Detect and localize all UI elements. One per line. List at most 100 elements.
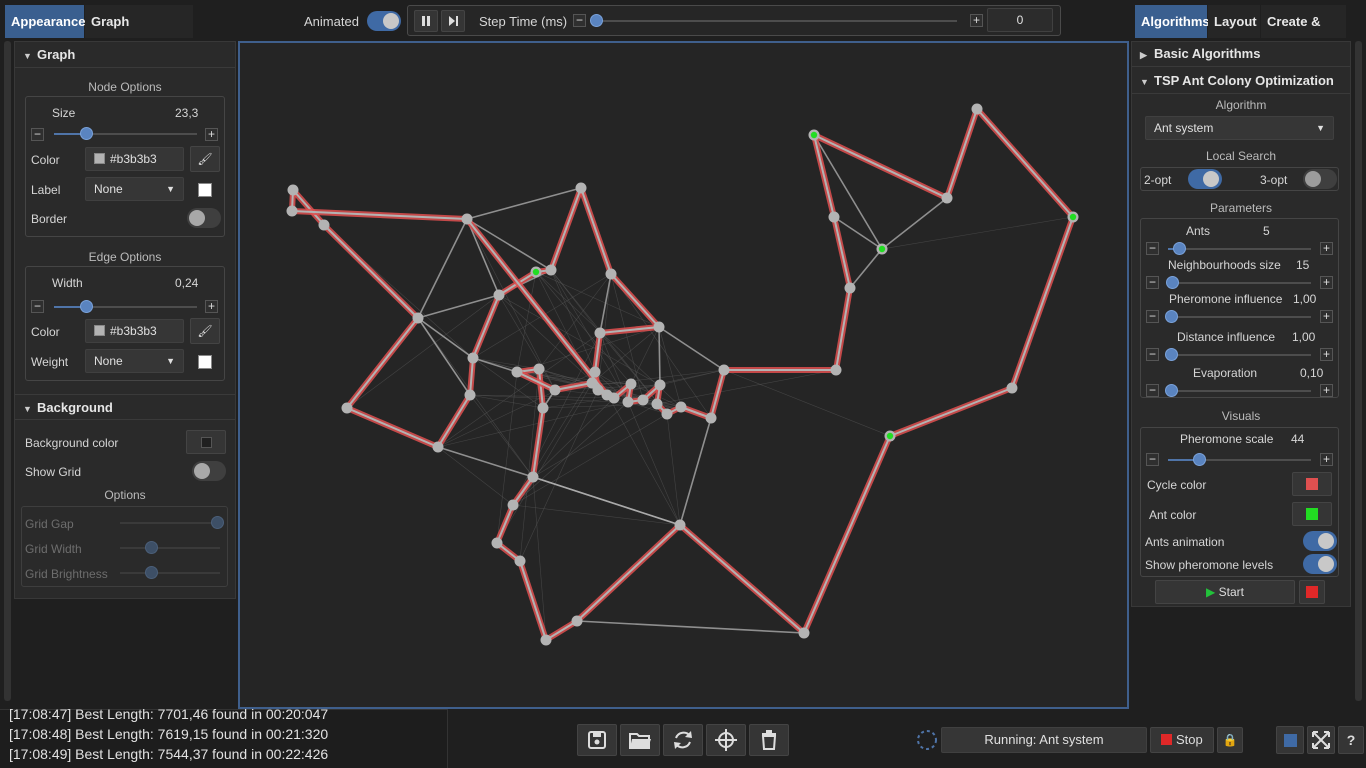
pheromone-scale-knob[interactable] (1193, 453, 1206, 466)
fullscreen-button[interactable] (1307, 726, 1335, 754)
width-minus[interactable]: − (31, 300, 44, 313)
tab-algorithms[interactable]: Algorithms (1135, 5, 1210, 38)
size-plus[interactable]: + (205, 128, 218, 141)
tour-edge-core (946, 108, 978, 199)
param-minus[interactable]: − (1146, 276, 1159, 289)
edge-color-picker-button[interactable]: 🖌 (190, 318, 220, 344)
lock-button[interactable]: 🔒 (1217, 727, 1243, 753)
start-button[interactable]: ▶ Start (1155, 580, 1295, 604)
weight-checkbox[interactable] (198, 355, 212, 369)
step-forward-button[interactable] (441, 10, 465, 32)
grid-width-slider[interactable] (120, 547, 220, 549)
param-plus[interactable]: + (1320, 348, 1333, 361)
ant-color-button[interactable] (1292, 502, 1332, 526)
graph-canvas[interactable] (238, 41, 1129, 709)
param-slider[interactable] (1168, 316, 1311, 318)
grid-gap-knob[interactable] (211, 516, 224, 529)
param-minus[interactable]: − (1146, 310, 1159, 323)
width-plus[interactable]: + (205, 300, 218, 313)
pheromone-scale-minus[interactable]: − (1146, 453, 1159, 466)
graph-node (798, 627, 810, 639)
grid-gap-slider[interactable] (120, 522, 220, 524)
show-pheromone-toggle[interactable] (1303, 554, 1337, 574)
help-button[interactable]: ? (1338, 726, 1364, 754)
node-label-checkbox[interactable] (198, 183, 212, 197)
stop-icon (1306, 586, 1318, 598)
width-knob[interactable] (80, 300, 93, 313)
param-minus[interactable]: − (1146, 384, 1159, 397)
param-slider[interactable] (1168, 248, 1311, 250)
two-opt-toggle[interactable] (1188, 169, 1222, 189)
basic-algorithms-header[interactable]: ▶ Basic Algorithms (1132, 41, 1350, 67)
tour-edge-core (835, 287, 851, 371)
param-plus[interactable]: + (1320, 276, 1333, 289)
graph-node (341, 402, 353, 414)
param-plus[interactable]: + (1320, 242, 1333, 255)
graph-edge (417, 218, 468, 319)
animated-toggle[interactable] (367, 11, 401, 31)
node-border-toggle[interactable] (187, 208, 221, 228)
center-view-button[interactable] (706, 724, 746, 756)
ants-animation-toggle[interactable] (1303, 531, 1337, 551)
show-grid-toggle[interactable] (192, 461, 226, 481)
weight-select[interactable]: None ▼ (85, 349, 184, 373)
panel-toggle-button[interactable] (1276, 726, 1304, 754)
param-minus[interactable]: − (1146, 348, 1159, 361)
pause-button[interactable] (414, 10, 438, 32)
background-section-header[interactable]: ▼ Background (15, 394, 235, 420)
step-time-input[interactable]: 0 (987, 8, 1053, 32)
param-knob[interactable] (1164, 348, 1178, 361)
step-time-slider[interactable] (592, 20, 957, 22)
node-color-field[interactable]: #b3b3b3 (85, 147, 184, 171)
graph-node (432, 441, 444, 453)
grid-brightness-knob[interactable] (145, 566, 158, 579)
step-time-knob[interactable] (590, 14, 603, 27)
step-time-plus[interactable]: + (970, 14, 983, 27)
node-label-select[interactable]: None ▼ (85, 177, 184, 201)
param-knob[interactable] (1164, 384, 1178, 397)
ant-marker (1069, 213, 1077, 221)
save-button[interactable] (577, 724, 617, 756)
pheromone-scale-plus[interactable]: + (1320, 453, 1333, 466)
graph-node (287, 184, 299, 196)
graph-section-header[interactable]: ▼ Graph (15, 42, 235, 68)
param-slider[interactable] (1168, 354, 1311, 356)
size-minus[interactable]: − (31, 128, 44, 141)
right-scrollbar[interactable] (1355, 41, 1362, 701)
param-knob[interactable] (1164, 310, 1178, 323)
tab-appearance[interactable]: Appearance (5, 5, 85, 38)
graph-node (493, 289, 505, 301)
tab-layout[interactable]: Layout (1208, 5, 1260, 38)
tab-graph-properties[interactable]: Graph Properties (85, 5, 193, 62)
trash-icon (761, 730, 777, 750)
pheromone-edge (630, 326, 660, 385)
bg-color-button[interactable] (186, 430, 226, 454)
param-label: Neighbourhoods size (1168, 258, 1281, 272)
node-color-picker-button[interactable]: 🖌 (190, 146, 220, 172)
param-plus[interactable]: + (1320, 384, 1333, 397)
cycle-color-button[interactable] (1292, 472, 1332, 496)
size-knob[interactable] (80, 127, 93, 140)
three-opt-toggle[interactable] (1303, 169, 1337, 189)
delete-button[interactable] (749, 724, 789, 756)
stop-button[interactable]: Stop (1150, 727, 1214, 753)
left-scrollbar[interactable] (4, 41, 11, 701)
param-slider[interactable] (1168, 282, 1311, 284)
grid-brightness-slider[interactable] (120, 572, 220, 574)
step-time-minus[interactable]: − (573, 14, 586, 27)
edge-color-field[interactable]: #b3b3b3 (85, 319, 184, 343)
ant-color-label: Ant color (1149, 508, 1197, 522)
graph-node (608, 392, 620, 404)
tsp-aco-header[interactable]: ▼ TSP Ant Colony Optimization (1132, 68, 1350, 94)
graph-drawing[interactable] (240, 43, 1127, 707)
open-button[interactable] (620, 724, 660, 756)
refresh-button[interactable] (663, 724, 703, 756)
param-minus[interactable]: − (1146, 242, 1159, 255)
grid-width-knob[interactable] (145, 541, 158, 554)
algorithm-select[interactable]: Ant system ▼ (1145, 116, 1334, 140)
stop-algorithm-button[interactable] (1299, 580, 1325, 604)
param-plus[interactable]: + (1320, 310, 1333, 323)
folder-open-icon (629, 733, 651, 749)
param-slider[interactable] (1168, 390, 1311, 392)
tab-create-edit[interactable]: Create & Edit (1261, 5, 1346, 62)
